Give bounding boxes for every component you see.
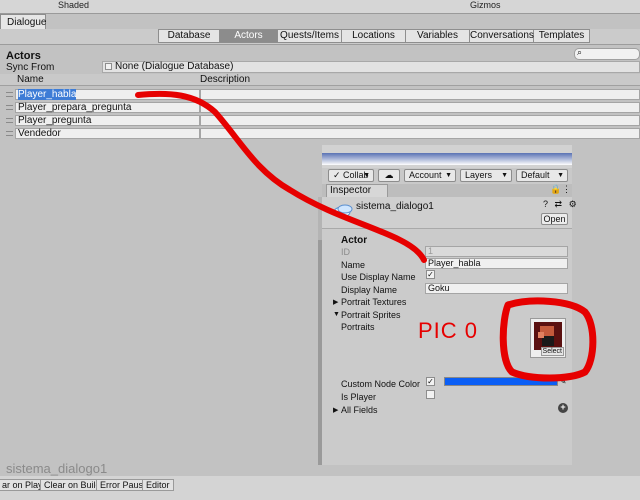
sync-from-checkbox[interactable] [105, 63, 112, 70]
table-row[interactable]: Player_prepara_pregunta [0, 102, 640, 114]
drag-handle-icon[interactable] [6, 105, 13, 110]
actor-name-field[interactable]: Player_habla [15, 89, 200, 100]
table-row[interactable]: Player_habla [0, 89, 640, 101]
portrait-sprites-foldout[interactable]: Portrait Sprites [341, 310, 401, 320]
inspector-object-name: sistema_dialogo1 [356, 201, 434, 212]
actor-description-field[interactable] [200, 89, 640, 100]
layout-dropdown[interactable]: Default ▼ [516, 169, 568, 182]
actors-section-title: Actors [6, 50, 41, 62]
portrait-textures-foldout[interactable]: Portrait Textures [341, 297, 406, 307]
help-icon: ? [543, 199, 551, 209]
collab-dropdown[interactable]: ✓ Collab ▼ [328, 169, 374, 182]
preset-icon: ⇄ [554, 199, 565, 209]
search-input[interactable]: ⌕ [574, 47, 640, 60]
chevron-down-icon: ▼ [557, 172, 564, 179]
sync-from-field[interactable]: None (Dialogue Database) [102, 61, 640, 73]
chevron-right-icon[interactable]: ▶ [333, 298, 338, 306]
plus-icon: + [560, 402, 566, 412]
is-player-label: Is Player [341, 392, 377, 402]
custom-node-color-swatch[interactable] [444, 377, 558, 386]
eyedropper-icon[interactable]: ✎ [559, 376, 567, 387]
tab-variables[interactable]: Variables [406, 29, 470, 43]
tab-inspector[interactable]: Inspector [326, 184, 388, 197]
menu-icon[interactable]: ⋮ [562, 184, 571, 195]
use-display-name-label: Use Display Name [341, 272, 416, 282]
actor-section-title: Actor [341, 235, 368, 246]
inspector-top-bar [322, 145, 572, 169]
search-icon: ⌕ [577, 47, 583, 57]
dialogue-window-tab[interactable]: Dialogue [0, 14, 46, 30]
table-row[interactable]: Vendedor [0, 128, 640, 140]
sync-from-value: None (Dialogue Database) [115, 61, 234, 72]
gear-icon: ⚙ [568, 199, 579, 209]
layers-dropdown[interactable]: Layers ▼ [460, 169, 512, 182]
add-field-button[interactable]: + [558, 403, 568, 413]
gizmos-label[interactable]: Gizmos [470, 0, 501, 10]
actor-name-field[interactable]: Vendedor [15, 128, 200, 139]
actor-description-field[interactable] [200, 115, 640, 126]
actor-name-field[interactable]: Player_prepara_pregunta [15, 102, 200, 113]
portraits-label: Portraits [341, 322, 375, 332]
tab-database[interactable]: Database [158, 29, 220, 43]
account-dropdown[interactable]: Account ▼ [404, 169, 456, 182]
drag-handle-icon[interactable] [6, 118, 13, 123]
editor-top-strip: Shaded Gizmos [0, 0, 640, 14]
chevron-down-icon[interactable]: ▼ [333, 311, 340, 318]
actor-description-field[interactable] [200, 128, 640, 139]
name-label: Name [341, 260, 366, 270]
cloud-button[interactable]: ☁ [378, 169, 400, 182]
chevron-down-icon: ▼ [363, 172, 370, 179]
cloud-icon: ☁ [384, 170, 394, 180]
drag-handle-icon[interactable] [6, 92, 13, 97]
annotation-text: PIC 0 [418, 318, 479, 343]
clear-on-build-toggle[interactable]: Clear on Build [40, 479, 105, 491]
actors-column-header: Name Description [0, 74, 640, 86]
dialogue-tabs: Database Actors Quests/Items Locations V… [158, 29, 590, 43]
chevron-down-icon: ▼ [501, 172, 508, 179]
chevron-right-icon[interactable]: ▶ [333, 406, 338, 414]
custom-node-color-checkbox[interactable]: ✓ [426, 377, 435, 386]
column-name: Name [17, 74, 44, 85]
drag-handle-icon[interactable] [6, 131, 13, 136]
tab-actors[interactable]: Actors [220, 29, 278, 43]
display-name-field[interactable]: Goku [425, 283, 568, 294]
actor-name-field[interactable]: Player_pregunta [15, 115, 200, 126]
actor-description-field[interactable] [200, 102, 640, 113]
shading-mode-label[interactable]: Shaded [58, 0, 89, 10]
database-watermark: sistema_dialogo1 [6, 461, 108, 476]
column-description: Description [200, 74, 251, 85]
portrait-sprite-slot[interactable]: Select [530, 318, 566, 358]
tab-quests-items[interactable]: Quests/Items [278, 29, 342, 43]
tab-templates[interactable]: Templates [534, 29, 590, 43]
id-label: ID [341, 247, 350, 257]
dialogue-database-icon [332, 201, 354, 221]
all-fields-foldout[interactable]: All Fields [341, 405, 378, 415]
lock-icon[interactable]: 🔒 [550, 184, 561, 195]
select-sprite-button[interactable]: Select [540, 347, 564, 356]
table-row[interactable]: Player_pregunta [0, 115, 640, 127]
chevron-down-icon: ▼ [445, 172, 452, 179]
inspector-header-icons[interactable]: ? ⇄ ⚙ [543, 199, 579, 210]
tab-locations[interactable]: Locations [342, 29, 406, 43]
is-player-checkbox[interactable] [426, 390, 435, 399]
console-status-bar: ar on Play Clear on Build Error Pause Ed… [0, 476, 640, 500]
use-display-name-checkbox[interactable]: ✓ [426, 270, 435, 279]
portrait-image [534, 322, 562, 350]
custom-node-color-label: Custom Node Color [341, 379, 421, 389]
editor-toolbar: ✓ Collab ▼ ☁ Account ▼ Layers ▼ Default ▼ [322, 168, 572, 184]
open-button[interactable]: Open [541, 213, 568, 225]
tab-conversations[interactable]: Conversations [470, 29, 534, 43]
editor-dropdown[interactable]: Editor [142, 479, 174, 491]
id-field: 1 [425, 246, 568, 257]
name-field[interactable]: Player_habla [425, 258, 568, 269]
sync-from-label: Sync From [6, 62, 55, 73]
display-name-label: Display Name [341, 285, 398, 295]
